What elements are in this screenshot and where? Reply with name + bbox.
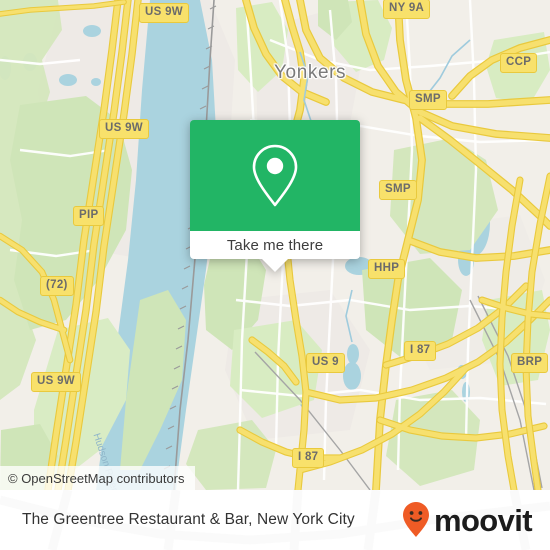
road-shield[interactable]: US 9W <box>139 3 189 23</box>
road-shield[interactable]: CCP <box>500 53 538 73</box>
moovit-map-screenshot: Yonkers Hudson River US 9W NY 9A CCP US … <box>0 0 550 550</box>
road-shield[interactable]: I 87 <box>404 341 437 361</box>
popup-tail-arrow <box>262 259 288 272</box>
road-shield[interactable]: SMP <box>409 90 447 110</box>
place-title: The Greentree Restaurant & Bar, New York… <box>22 511 355 528</box>
road-shield[interactable]: US 9W <box>99 119 149 139</box>
map-label-city: Yonkers <box>274 62 347 83</box>
attribution-text[interactable]: © OpenStreetMap contributors <box>8 471 185 486</box>
road-shield[interactable]: NY 9A <box>383 0 431 19</box>
road-shield[interactable]: SMP <box>379 180 417 200</box>
popup-header <box>190 120 360 231</box>
road-shield[interactable]: (72) <box>40 276 74 296</box>
moovit-logo[interactable]: moovit <box>401 501 533 539</box>
road-shield[interactable]: PIP <box>73 206 105 226</box>
footer-bar: The Greentree Restaurant & Bar, New York… <box>0 490 550 550</box>
road-shield[interactable]: BRP <box>511 353 549 373</box>
road-shield[interactable]: US 9W <box>31 372 81 392</box>
road-shield[interactable]: I 87 <box>292 448 325 468</box>
moovit-pin-icon <box>402 502 429 537</box>
popup-action-bar[interactable]: Take me there <box>190 231 360 272</box>
location-popup-card[interactable]: Take me there <box>190 120 360 272</box>
moovit-wordmark: moovit <box>433 502 533 538</box>
road-shield[interactable]: US 9 <box>306 353 345 373</box>
map-attribution-bar: © OpenStreetMap contributors <box>0 466 195 490</box>
map-pin-icon <box>252 144 298 206</box>
take-me-there-label: Take me there <box>226 236 324 254</box>
road-shield[interactable]: HHP <box>368 259 406 279</box>
map-canvas[interactable]: Yonkers Hudson River US 9W NY 9A CCP US … <box>0 0 550 490</box>
